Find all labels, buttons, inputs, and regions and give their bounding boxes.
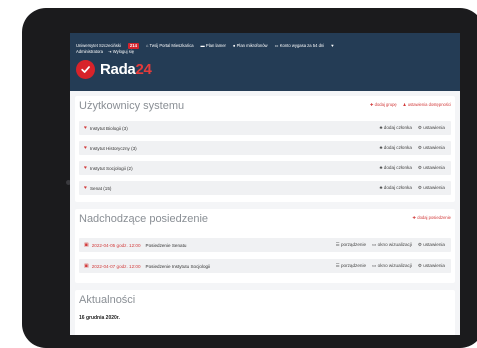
meetings-panel: Nadchodzące posiedzenie ✚ dodaj posiedze… [75, 209, 455, 283]
app-screen: Uniwersytet Szczeciński 214 ⌂ Twój Porta… [70, 33, 460, 335]
user-icon[interactable]: ♥ [331, 43, 334, 49]
news-panel: Aktualności 16 grudnia 2020r. [75, 290, 455, 335]
meetings-actions: ✚ dodaj posiedzenie [413, 215, 451, 220]
settings-button[interactable]: ⚙ ustawienia [418, 145, 445, 151]
add-member-button[interactable]: ♣ dodaj członka [379, 185, 411, 191]
settings-button[interactable]: ⚙ ustawienia [418, 125, 445, 131]
portal-link[interactable]: ⌂ Twój Portal Mieszkańca [146, 43, 194, 49]
add-group-button[interactable]: ✚ dodaj grupę [370, 102, 397, 107]
meeting-row[interactable]: ▣ 2022-04-05 godz. 12:00 Posiedzenie Sen… [79, 238, 451, 252]
meeting-date: 2022-04-05 godz. 12:00 [91, 242, 141, 248]
settings-button[interactable]: ⚙ ustawienia [418, 165, 445, 171]
meeting-name: Posiedzenie Instytutu Socjologii [145, 263, 211, 269]
settings-button[interactable]: ⚙ ustawienia [418, 242, 445, 248]
logout-link[interactable]: ⇥ Wyloguj się [108, 49, 134, 54]
check-icon [76, 60, 95, 79]
group-row[interactable]: ♥ Instytut Biologii (3) ♣ dodaj członka ⚙… [79, 121, 451, 135]
agenda-button[interactable]: ☰ porządzenie [336, 263, 366, 269]
top-bar-row2: Administratora ⇥ Wyloguj się [76, 49, 134, 54]
meetings-title: Nadchodzące posiedzenie [79, 213, 209, 225]
top-bar: Uniwersytet Szczeciński 214 ⌂ Twój Porta… [70, 33, 460, 91]
access-settings-button[interactable]: ♟ ustawienia dostępności [403, 102, 451, 107]
users-title: Użytkownicy systemu [79, 100, 185, 112]
news-date: 16 grudnia 2020r. [79, 315, 120, 321]
group-icon: ♥ [84, 165, 87, 171]
add-member-button[interactable]: ♣ dodaj członka [379, 145, 411, 151]
settings-button[interactable]: ⚙ ustawienia [418, 185, 445, 191]
app-logo[interactable]: Rada24 [76, 60, 152, 79]
add-meeting-button[interactable]: ✚ dodaj posiedzenie [413, 215, 451, 220]
settings-button[interactable]: ⚙ ustawienia [418, 263, 445, 269]
news-title: Aktualności [79, 294, 136, 306]
group-icon: ♥ [84, 185, 87, 191]
notification-badge[interactable]: 214 [127, 43, 139, 49]
meeting-date: 2022-04-07 godz. 12:00 [91, 263, 141, 269]
logo-text: Rada24 [100, 61, 152, 78]
meeting-name: Posiedzenie Senatu [145, 242, 187, 248]
group-row[interactable]: ♥ Instytut Socjologii (2) ♣ dodaj członk… [79, 161, 451, 175]
visualization-button[interactable]: ▭ okno wizualizacji [372, 263, 412, 269]
calendar-icon: ▣ [84, 263, 89, 269]
calendar-icon: ▣ [84, 242, 89, 248]
mic-plan-link[interactable]: ● Plan mikrofonów [233, 43, 268, 49]
university-name: Uniwersytet Szczeciński [76, 43, 121, 48]
group-icon: ♥ [84, 145, 87, 151]
meeting-row[interactable]: ▣ 2022-04-07 godz. 12:00 Posiedzenie Ins… [79, 259, 451, 273]
admin-label: Administratora [76, 49, 103, 54]
users-actions: ✚ dodaj grupę ♟ ustawienia dostępności [370, 102, 451, 107]
top-bar-links: Uniwersytet Szczeciński 214 ⌂ Twój Porta… [76, 43, 456, 49]
add-member-button[interactable]: ♣ dodaj członka [379, 165, 411, 171]
add-member-button[interactable]: ♣ dodaj członka [379, 125, 411, 131]
plan-link[interactable]: ▬ Plan lamer [201, 43, 226, 49]
visualization-button[interactable]: ▭ okno wizualizacji [372, 242, 412, 248]
agenda-button[interactable]: ☰ porządzenie [336, 242, 366, 248]
group-row[interactable]: ♥ Instytut Historyczny (3) ♣ dodaj człon… [79, 141, 451, 155]
group-row[interactable]: ♥ Senat (15) ♣ dodaj członka ⚙ ustawienia [79, 181, 451, 195]
users-panel: Użytkownicy systemu ✚ dodaj grupę ♟ usta… [75, 96, 455, 202]
group-icon: ♥ [84, 125, 87, 131]
account-expiry: ▭ Konto wygasa za 54 dni [274, 43, 325, 48]
